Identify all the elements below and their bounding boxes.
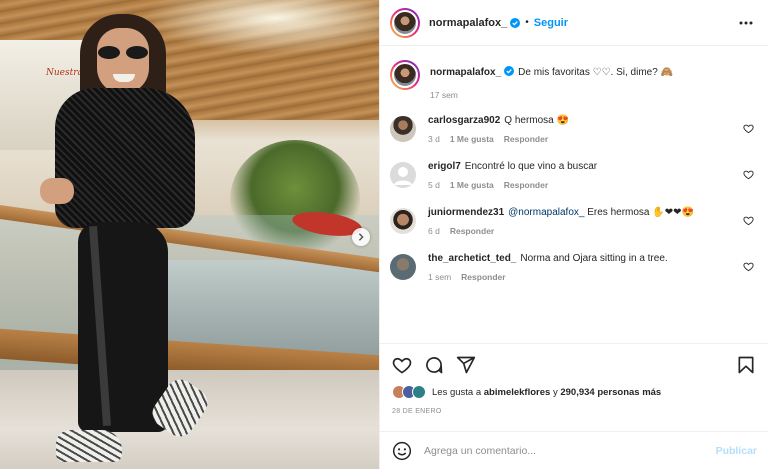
comment-input[interactable] <box>424 444 716 457</box>
header-separator: • <box>525 17 529 28</box>
caption-username[interactable]: normapalafox_ <box>430 67 501 78</box>
publish-button[interactable]: Publicar <box>716 445 757 457</box>
comment-text: Q hermosa 😍 <box>504 115 569 126</box>
comment-text: Eres hermosa ✋❤❤😍 <box>584 207 694 218</box>
comment-time[interactable]: 6 d <box>428 226 440 236</box>
likes-count[interactable]: 290,934 personas más <box>560 387 661 398</box>
heart-icon[interactable] <box>392 355 412 375</box>
reply-button[interactable]: Responder <box>450 226 494 236</box>
commenter-username[interactable]: the_archetict_ted_ <box>428 253 516 264</box>
commenter-avatar[interactable] <box>390 254 416 280</box>
more-options-button[interactable] <box>738 15 754 31</box>
caption-text: De mis favoritas ♡♡. Si, dime? 🙈 <box>518 67 674 78</box>
post-side-panel: normapalafox_ • Seguir normapalafox_ De m… <box>379 0 768 469</box>
comment-time[interactable]: 5 d <box>428 180 440 190</box>
commenter-username[interactable]: carlosgarza902 <box>428 115 500 126</box>
instagram-post: Nuestras normapalafox_ • Seguir normapal… <box>0 0 768 469</box>
commenter-username[interactable]: erigol7 <box>428 161 461 172</box>
share-icon[interactable] <box>456 355 476 375</box>
default-avatar-icon <box>394 167 412 185</box>
comment-likes[interactable]: 1 Me gusta <box>450 134 494 144</box>
action-icons <box>392 352 756 378</box>
person-hand <box>40 178 74 204</box>
likes-first-user[interactable]: abimelekflores <box>484 387 551 398</box>
comments-list[interactable]: normapalafox_ De mis favoritas ♡♡. Si, di… <box>380 46 768 343</box>
sunglasses <box>98 46 148 60</box>
comment-icon[interactable] <box>424 355 444 375</box>
reply-button[interactable]: Responder <box>504 180 548 190</box>
person-face <box>97 28 149 94</box>
heart-icon[interactable] <box>743 169 754 180</box>
comment-item: the_archetict_ted_ Norma and Ojara sittin… <box>390 252 754 282</box>
next-photo-button[interactable] <box>352 228 370 246</box>
likes-prefix: Les gusta a <box>432 386 484 398</box>
verified-badge-icon <box>504 66 515 76</box>
comment-mention[interactable]: @normapalafox_ <box>508 207 584 218</box>
commenter-username[interactable]: juniormendez31 <box>428 207 504 218</box>
commenter-avatar[interactable] <box>390 162 416 188</box>
mesh-jacket <box>55 88 195 228</box>
sneaker-front <box>56 430 122 462</box>
likes-middle: y <box>550 386 561 398</box>
comment-text: Encontré lo que vino a buscar <box>464 161 598 172</box>
comment-item: erigol7 Encontré lo que vino a buscar 5 d… <box>390 160 754 190</box>
comment-time[interactable]: 3 d <box>428 134 440 144</box>
heart-icon[interactable] <box>743 261 754 272</box>
heart-icon[interactable] <box>743 123 754 134</box>
emoji-icon[interactable] <box>392 441 412 461</box>
add-comment-bar: Publicar <box>380 431 768 469</box>
follow-button[interactable]: Seguir <box>534 17 568 29</box>
author-avatar-ring[interactable] <box>390 7 420 38</box>
bookmark-icon[interactable] <box>736 355 756 375</box>
reply-button[interactable]: Responder <box>504 134 548 144</box>
comment-item: juniormendez31 @normapalafox_ Eres hermos… <box>390 206 754 236</box>
caption-avatar[interactable] <box>392 62 418 88</box>
commenter-avatar[interactable] <box>390 208 416 234</box>
comment-text: Norma and Ojara sitting in a tree. <box>520 253 668 264</box>
post-photo[interactable]: Nuestras <box>0 0 379 469</box>
caption-time[interactable]: 17 sem <box>430 90 458 100</box>
likes-summary: Les gusta a abimelekflores y 290,934 per… <box>392 384 756 400</box>
chevron-right-icon <box>358 233 364 241</box>
post-date[interactable]: 28 DE ENERO <box>392 408 756 415</box>
likes-text: Les gusta a abimelekflores y 290,934 per… <box>432 387 661 398</box>
heart-icon[interactable] <box>743 215 754 226</box>
verified-badge-icon <box>510 17 521 28</box>
author-username[interactable]: normapalafox_ <box>429 17 507 29</box>
post-actions: Les gusta a abimelekflores y 290,934 per… <box>380 343 768 415</box>
commenter-avatar[interactable] <box>390 116 416 142</box>
caption-avatar-ring[interactable] <box>390 60 420 90</box>
more-options-icon <box>739 21 753 24</box>
comment-item: carlosgarza902 Q hermosa 😍 3 d 1 Me gusta… <box>390 114 754 144</box>
liker-avatars <box>392 385 426 399</box>
post-header: normapalafox_ • Seguir <box>380 0 768 46</box>
comment-time[interactable]: 1 sem <box>428 272 451 282</box>
post-caption: normapalafox_ De mis favoritas ♡♡. Si, di… <box>390 60 754 100</box>
comment-likes[interactable]: 1 Me gusta <box>450 180 494 190</box>
reply-button[interactable]: Responder <box>461 272 505 282</box>
author-avatar[interactable] <box>392 9 418 36</box>
